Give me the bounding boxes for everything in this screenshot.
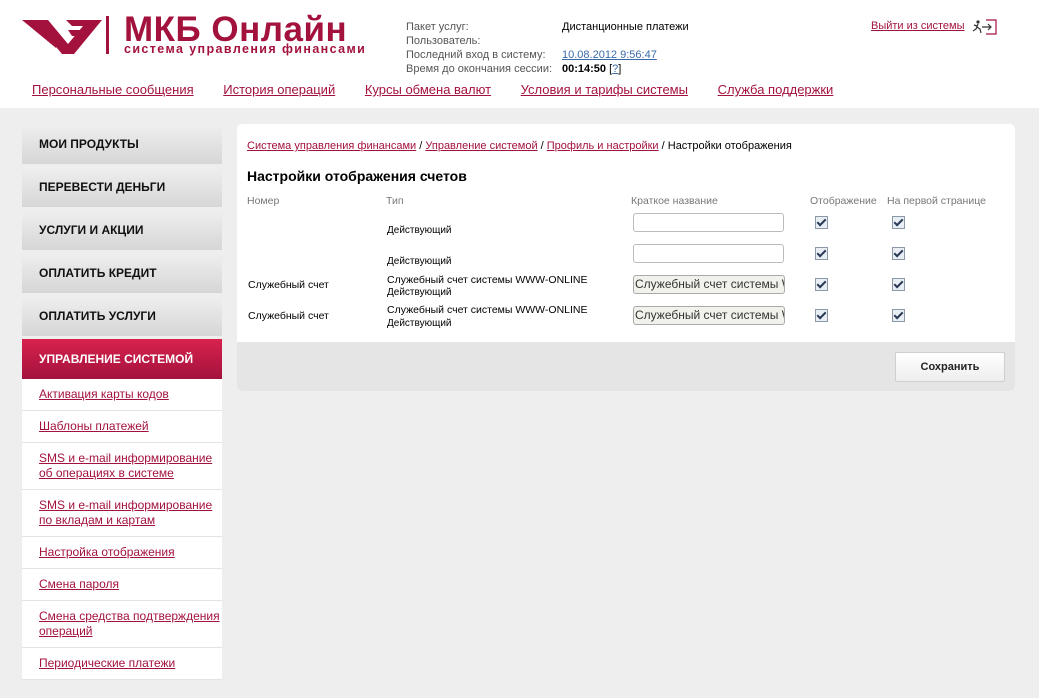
session-help-link[interactable]: ? [612, 63, 618, 75]
submenu-payment-templates[interactable]: Шаблоны платежей [39, 419, 149, 433]
nav-exchange-rates[interactable]: Курсы обмена валют [365, 82, 491, 97]
mkb-logo-icon [22, 20, 102, 54]
nav-personal-messages[interactable]: Персональные сообщения [32, 82, 194, 97]
submenu-sms-operations[interactable]: SMS и e-mail информирование об операциях… [39, 451, 212, 480]
submenu-item: Активация карты кодов [22, 379, 222, 411]
session-value-wrap: 00:14:50 [?] [562, 63, 622, 75]
first-page-checkbox[interactable] [892, 247, 905, 260]
submenu-display-settings[interactable]: Настройка отображения [39, 545, 175, 559]
sidebar-services-promos[interactable]: УСЛУГИ И АКЦИИ [22, 210, 222, 250]
submenu-item: SMS и e-mail информирование об операциях… [22, 443, 222, 490]
submenu-item: SMS и e-mail информирование по вкладам и… [22, 490, 222, 537]
last-login-label: Последний вход в систему: [406, 49, 546, 61]
submenu-sms-deposits-cards[interactable]: SMS и e-mail информирование по вкладам и… [39, 498, 212, 527]
submenu-item: Смена средства подтверждения операций [22, 601, 222, 648]
logo-divider [106, 16, 109, 54]
display-checkbox[interactable] [815, 309, 828, 322]
sidebar-transfer-money[interactable]: ПЕРЕВЕСТИ ДЕНЬГИ [22, 167, 222, 207]
form-footer: Сохранить [237, 342, 1015, 391]
breadcrumb-system-management[interactable]: Управление системой [425, 140, 537, 152]
submenu-item: Периодические платежи [22, 648, 222, 680]
short-name-input[interactable]: Служебный счет системы WWW-ONLINE [633, 306, 785, 325]
submenu-code-card-activation[interactable]: Активация карты кодов [39, 387, 169, 401]
breadcrumb-separator: / [537, 140, 547, 152]
col-header-type: Тип [386, 195, 404, 207]
package-label: Пакет услуг: [406, 21, 469, 33]
short-name-input[interactable] [633, 213, 784, 232]
row-type-status: Действующий [387, 256, 452, 267]
short-name-input[interactable]: Служебный счет системы WWW-ONLINE [633, 275, 785, 294]
col-header-number: Номер [247, 195, 280, 207]
breadcrumb-finance-system[interactable]: Система управления финансами [247, 140, 416, 152]
submenu-change-confirmation[interactable]: Смена средства подтверждения операций [39, 609, 220, 638]
sidebar-pay-services[interactable]: ОПЛАТИТЬ УСЛУГИ [22, 296, 222, 336]
session-label: Время до окончания сессии: [406, 63, 553, 75]
col-header-display: Отображение [810, 195, 877, 207]
header: МКБ Онлайн система управления финансами … [0, 0, 1039, 108]
first-page-checkbox[interactable] [892, 216, 905, 229]
nav-terms-tariffs[interactable]: Условия и тарифы системы [521, 82, 688, 97]
logout-link[interactable]: Выйти из системы [871, 20, 965, 32]
user-label: Пользователь: [406, 35, 481, 47]
display-checkbox[interactable] [815, 278, 828, 291]
row-type-status: Действующий [387, 225, 452, 236]
short-name-input[interactable] [633, 244, 784, 263]
main-panel: Система управления финансами / Управлени… [237, 124, 1015, 391]
col-header-first-page: На первой странице [887, 195, 986, 207]
breadcrumb-separator: / [416, 140, 426, 152]
submenu-item: Настройка отображения [22, 537, 222, 569]
last-login-link[interactable]: 10.08.2012 9:56:47 [562, 48, 657, 62]
row-type-status: Действующий [387, 318, 452, 329]
nav-operations-history[interactable]: История операций [223, 82, 335, 97]
logo[interactable]: МКБ Онлайн система управления финансами [22, 12, 365, 60]
first-page-checkbox[interactable] [892, 278, 905, 291]
nav-support[interactable]: Служба поддержки [718, 82, 834, 97]
col-header-short-name: Краткое название [631, 195, 718, 207]
sidebar-system-management[interactable]: УПРАВЛЕНИЕ СИСТЕМОЙ [22, 339, 222, 379]
submenu-change-password[interactable]: Смена пароля [39, 577, 119, 591]
breadcrumb-current: Настройки отображения [667, 140, 792, 152]
logo-subtitle: система управления финансами [124, 42, 367, 56]
package-value: Дистанционные платежи [562, 21, 689, 33]
top-navigation: Персональные сообщения История операций … [32, 82, 859, 97]
first-page-checkbox[interactable] [892, 309, 905, 322]
row-type: Служебный счет системы WWW-ONLINE [387, 274, 588, 286]
page-title: Настройки отображения счетов [247, 168, 467, 184]
submenu-periodic-payments[interactable]: Периодические платежи [39, 656, 175, 670]
logout-icon[interactable] [972, 18, 998, 36]
row-type: Служебный счет системы WWW-ONLINE [387, 304, 588, 316]
sidebar-submenu: Активация карты кодов Шаблоны платежей S… [22, 379, 222, 680]
breadcrumb-separator: / [658, 140, 668, 152]
display-checkbox[interactable] [815, 216, 828, 229]
breadcrumb-profile-settings[interactable]: Профиль и настройки [547, 140, 659, 152]
sidebar: МОИ ПРОДУКТЫ ПЕРЕВЕСТИ ДЕНЬГИ УСЛУГИ И А… [22, 124, 222, 680]
submenu-item: Смена пароля [22, 569, 222, 601]
submenu-item: Шаблоны платежей [22, 411, 222, 443]
display-checkbox[interactable] [815, 247, 828, 260]
breadcrumb: Система управления финансами / Управлени… [247, 140, 792, 152]
sidebar-pay-credit[interactable]: ОПЛАТИТЬ КРЕДИТ [22, 253, 222, 293]
row-type-status: Действующий [387, 287, 452, 298]
row-number: Служебный счет [248, 310, 329, 322]
session-timer: 00:14:50 [562, 63, 607, 75]
sidebar-my-products[interactable]: МОИ ПРОДУКТЫ [22, 124, 222, 164]
save-button[interactable]: Сохранить [895, 352, 1005, 382]
row-number: Служебный счет [248, 279, 329, 291]
